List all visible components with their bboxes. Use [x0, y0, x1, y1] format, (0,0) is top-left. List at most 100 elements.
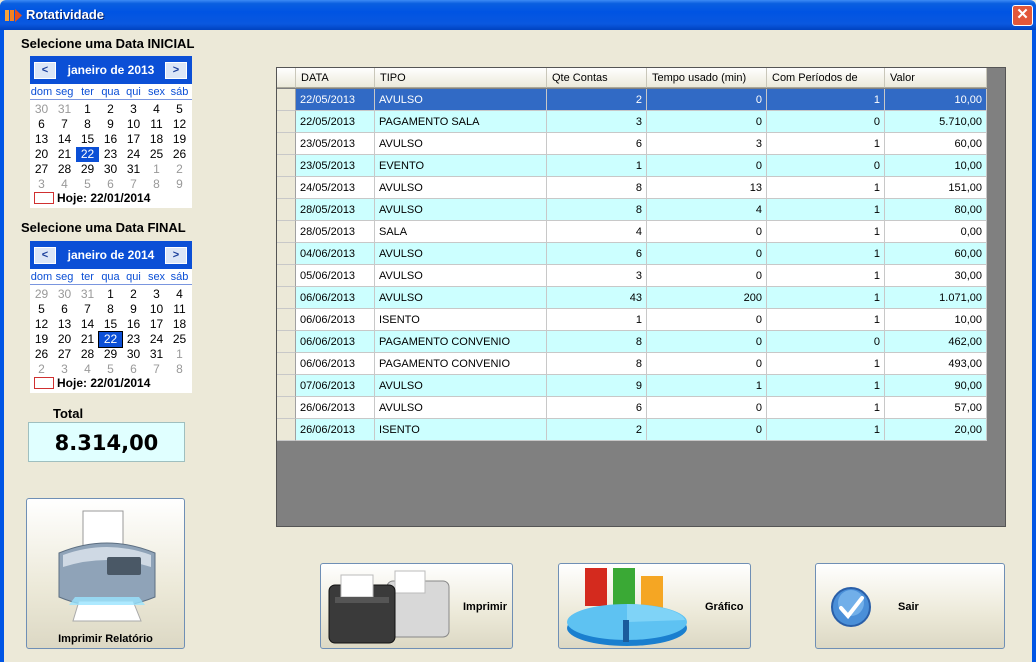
rotation-table[interactable]: DATA TIPO Qte Contas Tempo usado (min) Com P…: [276, 67, 1006, 527]
calendar-day[interactable]: 3: [122, 102, 145, 117]
calendar-day[interactable]: 2: [122, 287, 145, 302]
row-selector[interactable]: [277, 133, 296, 155]
table-cell[interactable]: 1: [767, 177, 885, 199]
calendar-day[interactable]: 4: [53, 177, 76, 192]
table-cell[interactable]: 1: [767, 221, 885, 243]
calendar-day[interactable]: 12: [168, 117, 191, 132]
table-cell[interactable]: 8: [547, 199, 647, 221]
table-cell[interactable]: 1: [767, 375, 885, 397]
table-cell[interactable]: 3: [547, 265, 647, 287]
calendar-day[interactable]: 7: [53, 117, 76, 132]
table-cell[interactable]: 60,00: [885, 133, 987, 155]
calendar-day[interactable]: 23: [122, 332, 145, 347]
table-cell[interactable]: 20,00: [885, 419, 987, 441]
table-cell[interactable]: 10,00: [885, 89, 987, 111]
calendar-day[interactable]: 2: [30, 362, 53, 377]
row-selector[interactable]: [277, 243, 296, 265]
table-row[interactable]: 26/06/2013 AVULSO 6 0 1 57,00: [277, 397, 987, 419]
row-selector[interactable]: [277, 221, 296, 243]
calendar-day[interactable]: 5: [99, 362, 122, 377]
table-cell[interactable]: 1: [767, 397, 885, 419]
calendar-day[interactable]: 12: [30, 317, 53, 332]
table-cell[interactable]: SALA: [375, 221, 547, 243]
table-cell[interactable]: 1: [767, 133, 885, 155]
calendar-day[interactable]: 3: [53, 362, 76, 377]
table-cell[interactable]: 0: [647, 353, 767, 375]
calendar-day[interactable]: 23: [99, 147, 122, 162]
table-cell[interactable]: 28/05/2013: [296, 199, 375, 221]
table-cell[interactable]: 8: [547, 331, 647, 353]
close-button[interactable]: ✕: [1012, 5, 1033, 26]
calendar-day[interactable]: 10: [145, 302, 168, 317]
table-cell[interactable]: AVULSO: [375, 89, 547, 111]
end-date-calendar[interactable]: < janeiro de 2014 > dom seg ter qua qui sex sá…: [30, 241, 192, 393]
table-cell[interactable]: 4: [647, 199, 767, 221]
calendar-day[interactable]: 6: [30, 117, 53, 132]
calendar-day[interactable]: 28: [76, 347, 99, 362]
calendar-day[interactable]: 6: [99, 177, 122, 192]
calendar-day[interactable]: 29: [99, 347, 122, 362]
table-cell[interactable]: 80,00: [885, 199, 987, 221]
calendar-day[interactable]: 2: [168, 162, 191, 177]
calendar-day[interactable]: 31: [145, 347, 168, 362]
calendar-day[interactable]: 31: [122, 162, 145, 177]
calendar-day[interactable]: 19: [30, 332, 53, 347]
calendar-day[interactable]: 30: [99, 162, 122, 177]
table-cell[interactable]: 1: [767, 199, 885, 221]
table-row[interactable]: 22/05/2013 PAGAMENTO SALA 3 0 0 5.710,00: [277, 111, 987, 133]
calendar-day[interactable]: 1: [168, 347, 191, 362]
chart-button[interactable]: Gráfico: [558, 563, 751, 649]
table-cell[interactable]: 0: [647, 89, 767, 111]
calendar-day[interactable]: 4: [145, 102, 168, 117]
prev-month-button[interactable]: <: [34, 62, 56, 79]
table-cell[interactable]: 2: [547, 419, 647, 441]
table-cell[interactable]: AVULSO: [375, 287, 547, 309]
column-header[interactable]: Valor: [885, 68, 987, 88]
calendar-day[interactable]: 7: [76, 302, 99, 317]
calendar-day[interactable]: 11: [145, 117, 168, 132]
calendar-day[interactable]: 6: [53, 302, 76, 317]
calendar-day[interactable]: 14: [76, 317, 99, 332]
table-cell[interactable]: 0: [647, 309, 767, 331]
row-selector[interactable]: [277, 265, 296, 287]
calendar-day[interactable]: 30: [30, 102, 53, 117]
table-cell[interactable]: 06/06/2013: [296, 331, 375, 353]
prev-month-button[interactable]: <: [34, 247, 56, 264]
table-row[interactable]: 23/05/2013 AVULSO 6 3 1 60,00: [277, 133, 987, 155]
table-row[interactable]: 06/06/2013 PAGAMENTO CONVENIO 8 0 1 493,00: [277, 353, 987, 375]
table-cell[interactable]: ISENTO: [375, 419, 547, 441]
table-cell[interactable]: AVULSO: [375, 177, 547, 199]
table-cell[interactable]: 0: [647, 397, 767, 419]
table-cell[interactable]: 200: [647, 287, 767, 309]
exit-button[interactable]: Sair: [815, 563, 1005, 649]
calendar-day[interactable]: 25: [145, 147, 168, 162]
table-cell[interactable]: 07/06/2013: [296, 375, 375, 397]
calendar-day[interactable]: 18: [145, 132, 168, 147]
calendar-day[interactable]: 17: [145, 317, 168, 332]
row-selector[interactable]: [277, 111, 296, 133]
table-cell[interactable]: ISENTO: [375, 309, 547, 331]
row-selector[interactable]: [277, 375, 296, 397]
calendar-day[interactable]: 29: [76, 162, 99, 177]
calendar-day[interactable]: 4: [76, 362, 99, 377]
table-cell[interactable]: 0: [767, 111, 885, 133]
print-button[interactable]: Imprimir: [320, 563, 513, 649]
calendar-day[interactable]: 24: [122, 147, 145, 162]
calendar-day[interactable]: 26: [30, 347, 53, 362]
calendar-day[interactable]: 8: [145, 177, 168, 192]
calendar-day[interactable]: 8: [168, 362, 191, 377]
calendar-day[interactable]: 3: [145, 287, 168, 302]
table-cell[interactable]: 0: [647, 155, 767, 177]
calendar-day[interactable]: 1: [76, 102, 99, 117]
column-header[interactable]: Com Períodos de: [767, 68, 885, 88]
table-row[interactable]: 07/06/2013 AVULSO 9 1 1 90,00: [277, 375, 987, 397]
calendar-day[interactable]: 22: [98, 331, 123, 348]
table-cell[interactable]: 6: [547, 397, 647, 419]
calendar-day[interactable]: 15: [76, 132, 99, 147]
table-cell[interactable]: 0: [647, 221, 767, 243]
calendar-day[interactable]: 3: [30, 177, 53, 192]
calendar-day[interactable]: 27: [53, 347, 76, 362]
calendar-day[interactable]: 13: [30, 132, 53, 147]
table-cell[interactable]: 1: [547, 309, 647, 331]
table-cell[interactable]: AVULSO: [375, 397, 547, 419]
